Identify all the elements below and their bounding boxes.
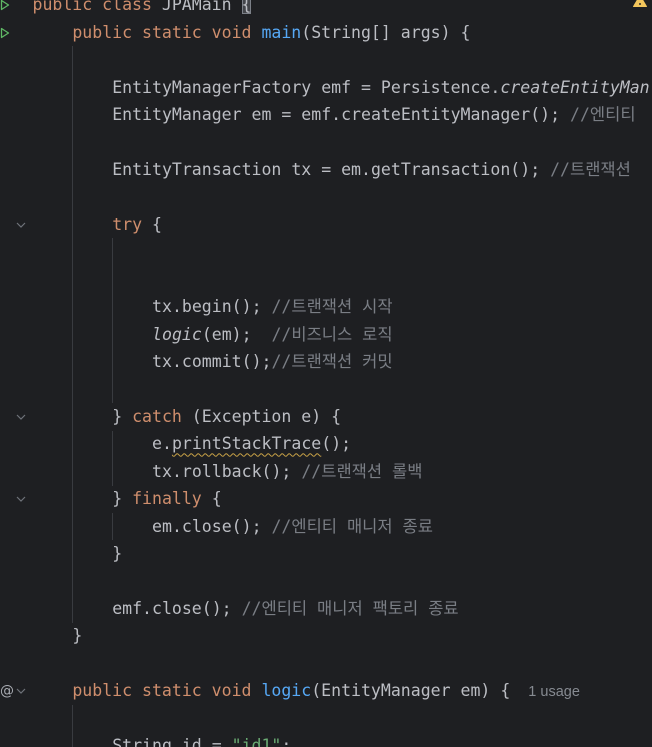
code-line[interactable]: em.close(); //엔티티 매니저 종료: [0, 513, 652, 540]
code-text: em.close();: [152, 516, 272, 536]
static-method-call-token[interactable]: logic: [152, 325, 202, 344]
static-method-call-token[interactable]: createEntityMan: [500, 78, 649, 97]
blank-line[interactable]: [0, 266, 652, 293]
blank-line[interactable]: [0, 46, 652, 73]
comment-token: //엔티티 매니저 팩토리 종료: [241, 598, 459, 618]
code-text: emf.close();: [112, 598, 242, 618]
code-line[interactable]: }: [0, 540, 652, 567]
code-line[interactable]: EntityTransaction tx = em.getTransaction…: [0, 156, 652, 183]
code-line[interactable]: tx.begin(); //트랜잭션 시작: [0, 293, 652, 320]
code-line[interactable]: tx.rollback(); //트랜잭션 롤백: [0, 458, 652, 485]
code-text: }: [72, 626, 83, 646]
chevron-down-icon[interactable]: [16, 414, 26, 420]
code-text: ();: [321, 434, 352, 454]
code-editor[interactable]: public class JPAMain { public static voi…: [0, 0, 652, 747]
chevron-down-icon[interactable]: [16, 222, 26, 228]
code-text: tx.commit();: [152, 352, 272, 371]
run-icon[interactable]: [0, 0, 10, 11]
code-text: (String[] args) {: [301, 22, 471, 42]
run-icon[interactable]: [0, 27, 10, 39]
warning-highlighted-call[interactable]: printStackTrace: [172, 434, 321, 453]
comment-token: //엔티티: [570, 105, 636, 125]
code-text: e.: [152, 434, 172, 454]
usage-count-hint[interactable]: 1 usage: [528, 684, 580, 700]
code-text: (em);: [201, 324, 272, 344]
code-text: EntityManager em = emf.createEntityManag…: [112, 105, 571, 125]
code-line[interactable]: EntityManager em = emf.createEntityManag…: [0, 101, 652, 128]
code-text: (EntityManager em) {: [311, 681, 511, 701]
keyword-token: catch: [132, 406, 182, 426]
code-line[interactable]: logic(em); //비즈니스 로직: [0, 321, 652, 348]
class-name-token: JPAMain: [151, 0, 242, 15]
method-name-token[interactable]: logic: [261, 681, 311, 700]
chevron-down-icon[interactable]: [16, 496, 26, 502]
blank-line[interactable]: [0, 705, 652, 732]
comment-token: //트랜잭션: [550, 159, 631, 179]
code-line-class-declaration[interactable]: public class JPAMain {: [0, 0, 652, 19]
comment-token: //트랜잭션 롤백: [301, 461, 423, 481]
chevron-down-icon[interactable]: [16, 688, 26, 694]
code-line[interactable]: String id = "id1";: [0, 732, 652, 747]
blank-line[interactable]: [0, 129, 652, 156]
keyword-token: public class: [32, 0, 152, 15]
code-line[interactable]: e.printStackTrace();: [0, 430, 652, 457]
blank-line[interactable]: [0, 650, 652, 677]
code-text: tx.begin();: [152, 297, 272, 317]
code-text: }: [112, 544, 123, 564]
blank-line[interactable]: [0, 183, 652, 210]
keyword-token: try: [112, 214, 143, 234]
code-line[interactable]: emf.close(); //엔티티 매니저 팩토리 종료: [0, 595, 652, 622]
matched-brace[interactable]: {: [241, 0, 252, 15]
code-text: EntityManagerFactory emf = Persistence.: [112, 77, 501, 97]
code-line[interactable]: EntityManagerFactory emf = Persistence.c…: [0, 74, 652, 101]
keyword-token: public static void: [72, 681, 262, 701]
blank-line[interactable]: [0, 568, 652, 595]
string-literal-token: "id1": [231, 736, 282, 747]
method-name-token[interactable]: main: [261, 23, 301, 42]
code-text: {: [201, 489, 222, 509]
comment-token: //트랜잭션 커밋: [271, 352, 393, 371]
code-line[interactable]: }: [0, 622, 652, 649]
code-text: String id =: [112, 736, 232, 747]
at-sign-icon[interactable]: @: [0, 683, 14, 699]
blank-line[interactable]: [0, 375, 652, 402]
code-area[interactable]: public class JPAMain { public static voi…: [0, 0, 652, 747]
blank-line[interactable]: [0, 238, 652, 265]
code-text: }: [112, 489, 133, 509]
code-text: {: [142, 214, 162, 234]
code-line[interactable]: tx.commit();//트랜잭션 커밋: [0, 348, 652, 375]
code-text: tx.rollback();: [152, 461, 302, 481]
comment-token: //엔티티 매니저 종료: [271, 516, 433, 536]
code-line-try[interactable]: try {: [0, 211, 652, 238]
keyword-token: public static void: [72, 22, 262, 42]
code-line-finally[interactable]: } finally {: [0, 485, 652, 512]
code-text: EntityTransaction tx = em.getTransaction…: [112, 159, 551, 179]
code-text: }: [112, 406, 133, 426]
keyword-token: finally: [132, 489, 202, 509]
code-line-logic-declaration[interactable]: public static void logic(EntityManager e…: [0, 677, 652, 704]
code-text: ;: [281, 736, 292, 747]
code-text: (Exception e) {: [181, 406, 342, 426]
warning-icon[interactable]: [633, 0, 647, 7]
code-line-catch[interactable]: } catch (Exception e) {: [0, 403, 652, 430]
comment-token: //트랜잭션 시작: [271, 297, 393, 317]
comment-token: //비즈니스 로직: [271, 324, 393, 344]
code-line-main-declaration[interactable]: public static void main(String[] args) {: [0, 19, 652, 46]
